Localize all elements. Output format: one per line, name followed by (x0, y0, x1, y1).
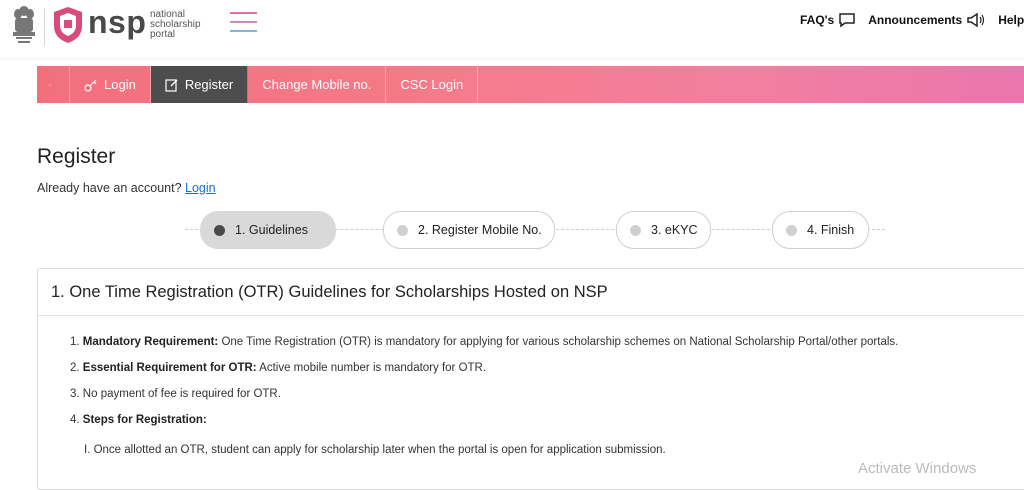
register-navbar: Login Register Change Mobile no. CSC Log… (37, 66, 1024, 103)
key-icon (84, 79, 97, 92)
step-dot-icon (397, 224, 408, 236)
panel-body: 1. Mandatory Requirement: One Time Regis… (38, 316, 1024, 457)
step-ekyc[interactable]: 3. eKYC (616, 211, 711, 249)
national-emblem-icon (13, 6, 35, 43)
faqs-link[interactable]: FAQ's (800, 12, 856, 28)
megaphone-icon (967, 12, 985, 28)
step-dot-icon (214, 224, 225, 236)
list-item: 2. Essential Requirement for OTR: Active… (70, 362, 487, 374)
sub-list-item: I. Once allotted an OTR, student can app… (84, 444, 666, 456)
nav-register-tab[interactable]: Register (150, 66, 249, 103)
logo-subtitle: national scholarship portal (150, 9, 201, 40)
list-item: 1. Mandatory Requirement: One Time Regis… (70, 336, 899, 348)
page-title: Register (37, 145, 116, 168)
nav-login-tab[interactable]: Login (70, 66, 151, 103)
step-dot-icon (786, 224, 797, 236)
back-button[interactable] (37, 66, 70, 103)
menu-hamburger-icon[interactable] (230, 12, 257, 38)
activate-windows-watermark: Activate Windows (858, 460, 977, 477)
edit-icon (165, 78, 178, 92)
login-link[interactable]: Login (185, 181, 216, 195)
guidelines-list: 1. Mandatory Requirement: One Time Regis… (70, 336, 1024, 457)
nsp-shield-logo-icon (54, 7, 82, 43)
nsp-logo-text[interactable]: nsp (88, 4, 146, 41)
nav-change-mobile-tab[interactable]: Change Mobile no. (248, 66, 387, 103)
nav-csc-login-tab[interactable]: CSC Login (386, 66, 479, 103)
site-header: nsp national scholarship portal FAQ's An… (0, 0, 1024, 58)
header-divider (44, 8, 45, 46)
registration-stepper: 1. Guidelines 2. Register Mobile No. 3. … (185, 211, 885, 249)
account-prompt: Already have an account? Login (37, 181, 216, 195)
step-dot-icon (630, 224, 641, 236)
guidelines-panel: 1. One Time Registration (OTR) Guideline… (37, 268, 1024, 490)
step-finish[interactable]: 4. Finish (772, 211, 869, 249)
announcements-link[interactable]: Announcements (868, 12, 986, 28)
list-item: 4. Steps for Registration: I. Once allot… (70, 414, 1024, 457)
step-guidelines[interactable]: 1. Guidelines (200, 211, 336, 249)
chat-bubble-icon (839, 13, 855, 28)
arrow-left-icon (49, 83, 51, 86)
panel-heading: 1. One Time Registration (OTR) Guideline… (38, 269, 1024, 316)
step-register-mobile[interactable]: 2. Register Mobile No. (383, 211, 555, 249)
helpdesk-link[interactable]: Helpdesk (998, 13, 1024, 27)
list-item: 3. No payment of fee is required for OTR… (70, 388, 281, 400)
top-links: FAQ's Announcements Helpdesk (800, 12, 1024, 28)
